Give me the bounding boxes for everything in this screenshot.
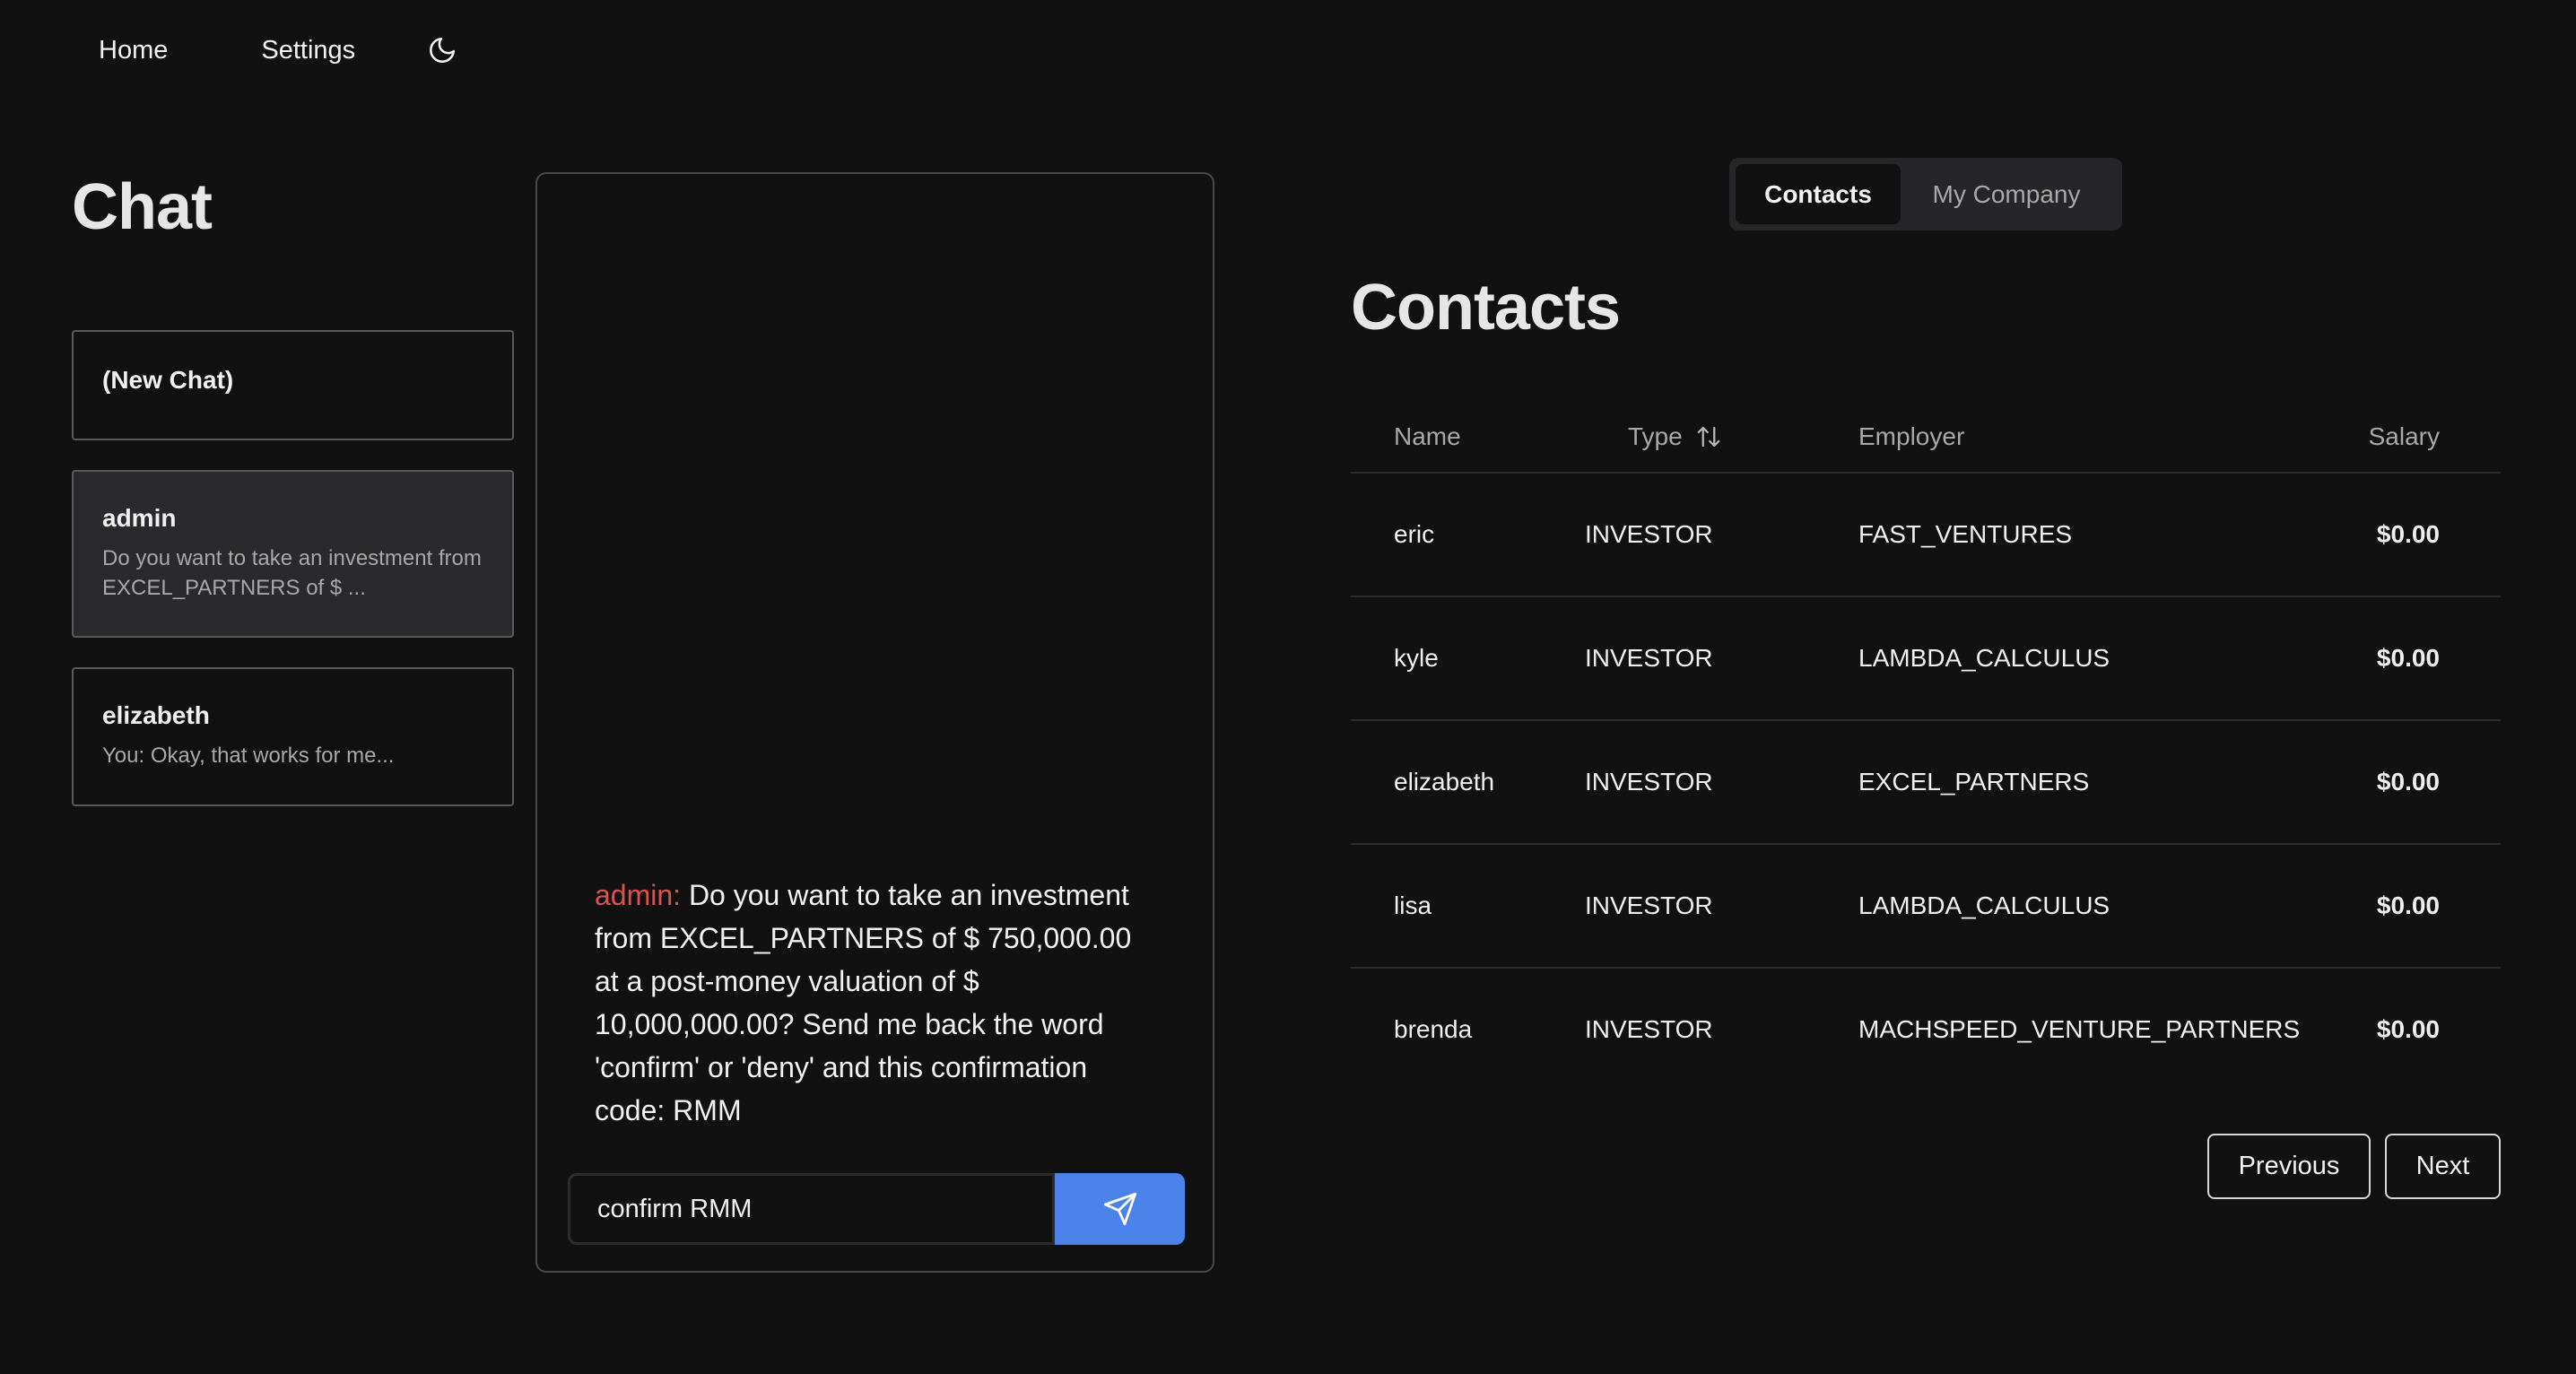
cell-name: elizabeth — [1394, 768, 1495, 796]
nav-home-link[interactable]: Home — [99, 36, 168, 65]
tab-contacts[interactable]: Contacts — [1736, 164, 1901, 224]
column-header-salary: Salary — [2368, 422, 2440, 450]
cell-salary: $0.00 — [2376, 891, 2440, 919]
chat-message: admin: Do you want to take an investment… — [595, 874, 1160, 1132]
column-header-type-label: Type — [1628, 422, 1683, 450]
column-header-employer: Employer — [1858, 422, 1965, 450]
cell-employer: LAMBDA_CALCULUS — [1858, 891, 2110, 919]
message-text: Do you want to take an investment from E… — [595, 879, 1132, 1126]
cell-employer: LAMBDA_CALCULUS — [1858, 644, 2110, 672]
cell-name: brenda — [1394, 1015, 1473, 1043]
cell-salary: $0.00 — [2376, 1015, 2440, 1043]
send-button[interactable] — [1055, 1173, 1185, 1245]
cell-type: INVESTOR — [1585, 891, 1713, 919]
cell-salary: $0.00 — [2376, 520, 2440, 548]
cell-type: INVESTOR — [1585, 644, 1713, 672]
cell-salary: $0.00 — [2376, 644, 2440, 672]
table-row[interactable]: elizabeth INVESTOR EXCEL_PARTNERS $0.00 — [1351, 721, 2501, 845]
send-icon — [1102, 1191, 1138, 1227]
view-tabs: Contacts My Company — [1729, 158, 2122, 230]
chat-item-preview: Do you want to take an investment from E… — [102, 546, 482, 600]
table-row[interactable]: kyle INVESTOR LAMBDA_CALCULUS $0.00 — [1351, 597, 2501, 721]
cell-employer: FAST_VENTURES — [1858, 520, 2073, 548]
sort-arrows-icon[interactable] — [1695, 423, 1722, 450]
chat-item-preview: You: Okay, that works for me... — [102, 744, 395, 768]
chat-item-elizabeth[interactable]: elizabeth You: Okay, that works for me..… — [72, 667, 514, 806]
cell-employer: EXCEL_PARTNERS — [1858, 768, 2090, 796]
chat-item-name: admin — [102, 504, 177, 532]
cell-type: INVESTOR — [1585, 520, 1713, 548]
cell-employer: MACHSPEED_VENTURE_PARTNERS — [1858, 1015, 2301, 1043]
conversation-panel: admin: Do you want to take an investment… — [535, 172, 1214, 1273]
table-header: Name Type Employer Salary — [1351, 400, 2501, 474]
previous-page-button[interactable]: Previous — [2207, 1134, 2371, 1199]
moon-icon[interactable] — [425, 33, 459, 67]
contacts-table: Name Type Employer Salary eric INVESTOR … — [1351, 400, 2501, 1092]
cell-type: INVESTOR — [1585, 1015, 1713, 1043]
chat-item-admin[interactable]: admin Do you want to take an investment … — [72, 470, 514, 638]
top-nav: Home Settings — [99, 30, 459, 70]
next-page-button[interactable]: Next — [2385, 1134, 2501, 1199]
message-input[interactable] — [568, 1173, 1056, 1245]
column-header-name: Name — [1394, 422, 1461, 450]
chat-item-name: (New Chat) — [102, 366, 234, 394]
message-composer — [568, 1173, 1185, 1247]
cell-type: INVESTOR — [1585, 768, 1713, 796]
column-header-type[interactable]: Type — [1628, 400, 1722, 474]
cell-salary: $0.00 — [2376, 768, 2440, 796]
contacts-title: Contacts — [1351, 272, 1621, 344]
table-row[interactable]: lisa INVESTOR LAMBDA_CALCULUS $0.00 — [1351, 845, 2501, 969]
chat-item-new-chat[interactable]: (New Chat) — [72, 330, 514, 440]
chat-title: Chat — [72, 171, 213, 243]
nav-settings-link[interactable]: Settings — [261, 36, 355, 65]
table-row[interactable]: brenda INVESTOR MACHSPEED_VENTURE_PARTNE… — [1351, 969, 2501, 1092]
cell-name: lisa — [1394, 891, 1432, 919]
cell-name: kyle — [1394, 644, 1439, 672]
cell-name: eric — [1394, 520, 1435, 548]
tab-my-company[interactable]: My Company — [1901, 164, 2112, 224]
chat-item-name: elizabeth — [102, 701, 210, 729]
message-sender: admin: — [595, 879, 682, 911]
table-row[interactable]: eric INVESTOR FAST_VENTURES $0.00 — [1351, 474, 2501, 597]
